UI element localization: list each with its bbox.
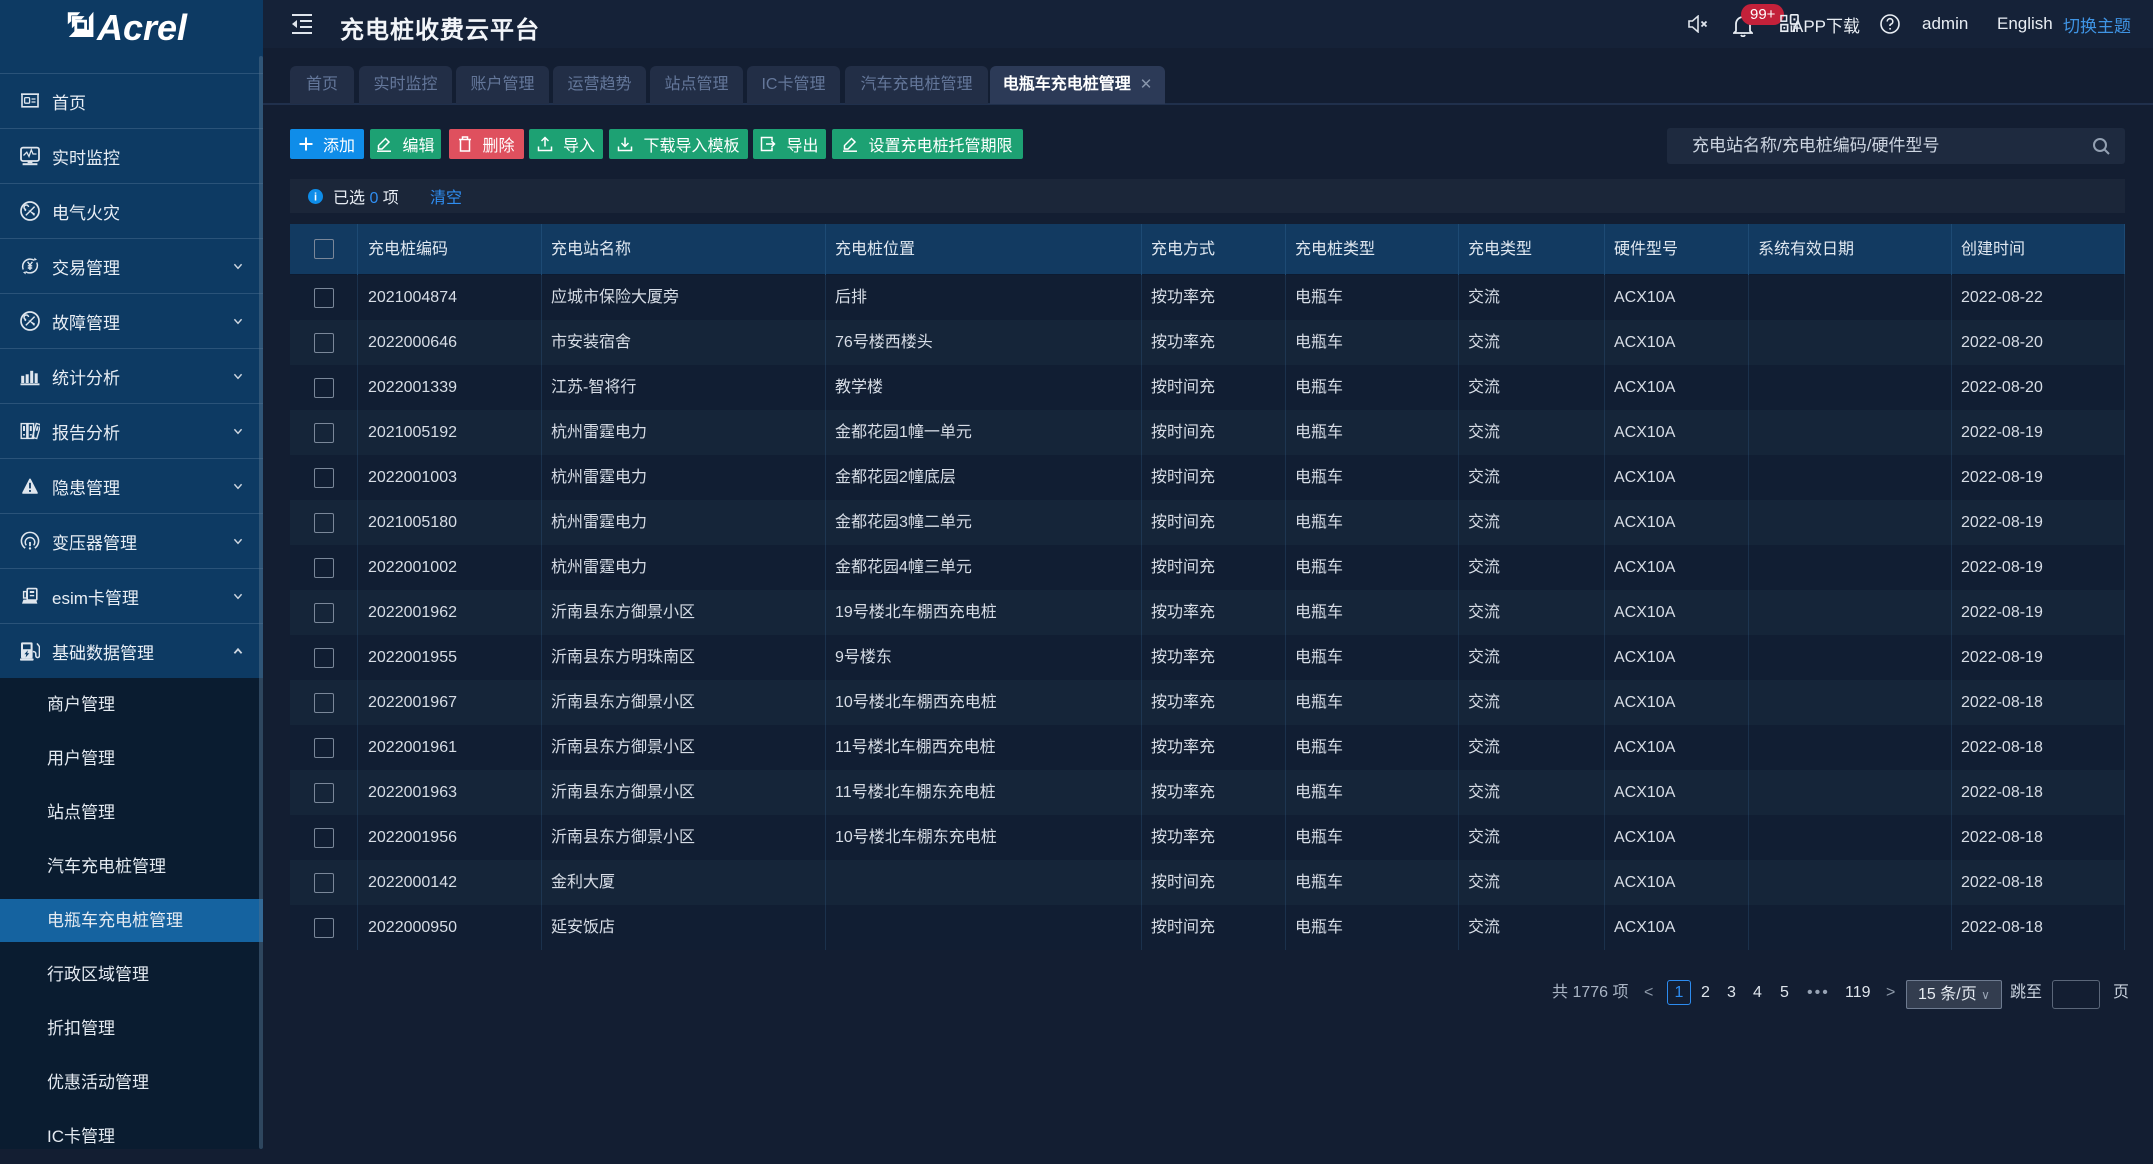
svg-text:i: i bbox=[314, 191, 317, 203]
svg-text:Acrel: Acrel bbox=[96, 7, 188, 48]
